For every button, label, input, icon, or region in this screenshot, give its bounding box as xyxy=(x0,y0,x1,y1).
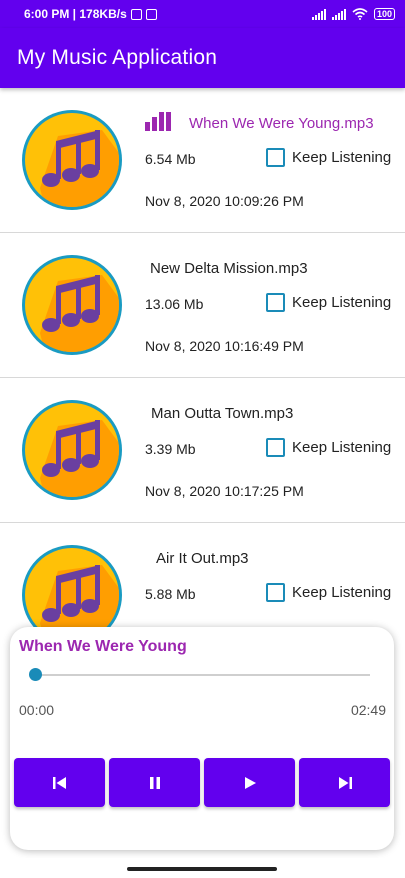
checkbox-icon[interactable] xyxy=(266,293,285,312)
battery-icon: 100 xyxy=(373,8,395,20)
player-card: When We Were Young 00:00 02:49 xyxy=(10,627,394,850)
equalizer-icon xyxy=(145,112,171,131)
message-icon xyxy=(145,8,157,20)
checkbox-icon[interactable] xyxy=(266,148,285,167)
app-bar: My Music Application xyxy=(0,28,405,88)
song-list-item[interactable]: New Delta Mission.mp3 13.06 Mb Keep List… xyxy=(0,233,405,378)
home-gesture-handle[interactable] xyxy=(127,867,277,871)
music-note-circle-icon xyxy=(20,108,124,212)
current-time: 00:00 xyxy=(19,702,55,718)
keep-listening-label: Keep Listening xyxy=(292,584,392,601)
keep-listening-label: Keep Listening xyxy=(292,294,392,311)
next-button[interactable] xyxy=(299,758,390,807)
seek-bar-thumb[interactable] xyxy=(29,668,42,681)
status-time-speed: 6:00 PM | 178KB/s xyxy=(24,7,127,21)
song-list-item[interactable]: Man Outta Town.mp3 3.39 Mb Keep Listenin… xyxy=(0,378,405,523)
song-title: New Delta Mission.mp3 xyxy=(150,260,308,277)
skip-previous-icon xyxy=(52,776,66,789)
now-playing-title: When We Were Young xyxy=(19,638,187,655)
music-note-circle-icon xyxy=(20,398,124,502)
song-title: Man Outta Town.mp3 xyxy=(151,405,294,422)
keep-listening-checkbox[interactable]: Keep Listening xyxy=(266,438,391,457)
music-note-circle-icon xyxy=(20,253,124,357)
skip-next-icon xyxy=(338,776,352,789)
pause-button[interactable] xyxy=(109,758,200,807)
status-bar: 6:00 PM | 178KB/s 100 xyxy=(0,0,405,28)
play-icon xyxy=(244,776,256,789)
keep-listening-checkbox[interactable]: Keep Listening xyxy=(266,148,391,167)
total-time: 02:49 xyxy=(350,702,386,718)
seek-bar-track[interactable] xyxy=(36,674,370,676)
keep-listening-label: Keep Listening xyxy=(292,439,392,456)
song-date: Nov 8, 2020 10:17:25 PM xyxy=(145,483,304,499)
song-date: Nov 8, 2020 10:16:49 PM xyxy=(145,338,304,354)
keep-listening-label: Keep Listening xyxy=(292,149,392,166)
checkbox-icon[interactable] xyxy=(266,583,285,602)
notification-icon xyxy=(130,8,142,20)
playback-controls xyxy=(14,758,390,807)
previous-button[interactable] xyxy=(14,758,105,807)
song-size: 3.39 Mb xyxy=(145,441,196,457)
play-button[interactable] xyxy=(204,758,295,807)
keep-listening-checkbox[interactable]: Keep Listening xyxy=(266,293,391,312)
song-title: When We Were Young.mp3 xyxy=(189,115,374,132)
song-date: Nov 8, 2020 10:09:26 PM xyxy=(145,193,304,209)
navigation-bar xyxy=(0,858,405,878)
signal-icon xyxy=(331,8,346,20)
signal-icon xyxy=(311,8,326,20)
pause-icon xyxy=(149,776,160,789)
song-title: Air It Out.mp3 xyxy=(156,550,249,567)
song-list-item[interactable]: When We Were Young.mp3 6.54 Mb Keep List… xyxy=(0,88,405,233)
keep-listening-checkbox[interactable]: Keep Listening xyxy=(266,583,391,602)
checkbox-icon[interactable] xyxy=(266,438,285,457)
song-size: 6.54 Mb xyxy=(145,151,196,167)
app-title: My Music Application xyxy=(17,46,218,69)
wifi-icon xyxy=(352,8,368,20)
song-size: 5.88 Mb xyxy=(145,586,196,602)
song-size: 13.06 Mb xyxy=(145,296,204,312)
